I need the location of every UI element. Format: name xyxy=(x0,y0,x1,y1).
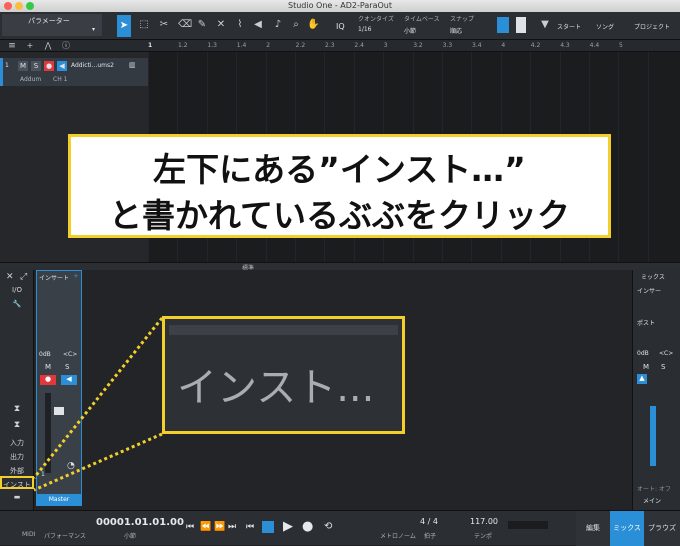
tempo-slider[interactable] xyxy=(508,521,548,529)
post-label[interactable]: ポスト xyxy=(637,318,655,327)
transport-bar: MIDI パフォーマンス 00001.01.01.00 小節 ⏮ ⏪ ⏩ ⏭ ⏮… xyxy=(0,510,680,546)
instruction-callout: 左下にある”インスト…” と書かれているぶぶをクリック xyxy=(68,134,611,238)
tempo-value[interactable]: 117.00 xyxy=(470,517,498,526)
main-channel-strip[interactable]: ミックス インサー ポスト 0dB <C> M S ▲ オート: オフ メイン xyxy=(632,270,680,510)
mute-button[interactable]: M xyxy=(643,363,649,371)
level-meter xyxy=(650,406,656,466)
performance-label: パフォーマンス xyxy=(44,533,86,540)
rewind-icon[interactable]: ⏪ xyxy=(200,522,211,532)
time-signature-label: 拍子 xyxy=(424,533,437,540)
fast-forward-icon[interactable]: ⏩ xyxy=(214,522,225,532)
play-button[interactable]: ▶ xyxy=(283,519,293,534)
browse-button[interactable]: ブラウズ xyxy=(644,511,680,546)
insert-label[interactable]: インサー xyxy=(637,286,661,295)
return-to-zero-icon[interactable]: ⏮ xyxy=(186,522,194,532)
tempo-label: テンポ xyxy=(474,533,493,540)
pan-value[interactable]: <C> xyxy=(659,350,673,357)
callout-line-1: 左下にある”インスト…” xyxy=(153,150,526,189)
stop-button[interactable] xyxy=(262,521,274,533)
callout-lines xyxy=(32,317,164,492)
previous-marker-icon[interactable]: ⏮ xyxy=(246,522,254,532)
automation-mode[interactable]: オート: オフ xyxy=(637,484,671,493)
metronome-label: メトロノーム xyxy=(380,533,416,540)
time-signature[interactable]: 4 / 4 xyxy=(420,517,438,526)
solo-button[interactable]: S xyxy=(661,363,665,371)
mix-button[interactable]: ミックス xyxy=(610,511,644,546)
time-display[interactable]: 00001.01.01.00 xyxy=(96,517,184,528)
loop-icon[interactable]: ⟲ xyxy=(324,521,332,532)
callout-line-2: と書かれているぶぶをクリック xyxy=(108,196,570,235)
go-to-end-icon[interactable]: ⏭ xyxy=(228,522,236,532)
edit-button[interactable]: 編集 xyxy=(576,511,610,546)
mix-label: ミックス xyxy=(641,274,665,281)
monitor-button[interactable]: ▲ xyxy=(637,374,647,384)
gain-value: 0dB xyxy=(637,350,649,357)
record-button[interactable]: ● xyxy=(302,519,313,534)
time-unit: 小節 xyxy=(124,533,137,540)
midi-label: MIDI xyxy=(22,531,36,538)
main-label: メイン xyxy=(643,498,662,505)
